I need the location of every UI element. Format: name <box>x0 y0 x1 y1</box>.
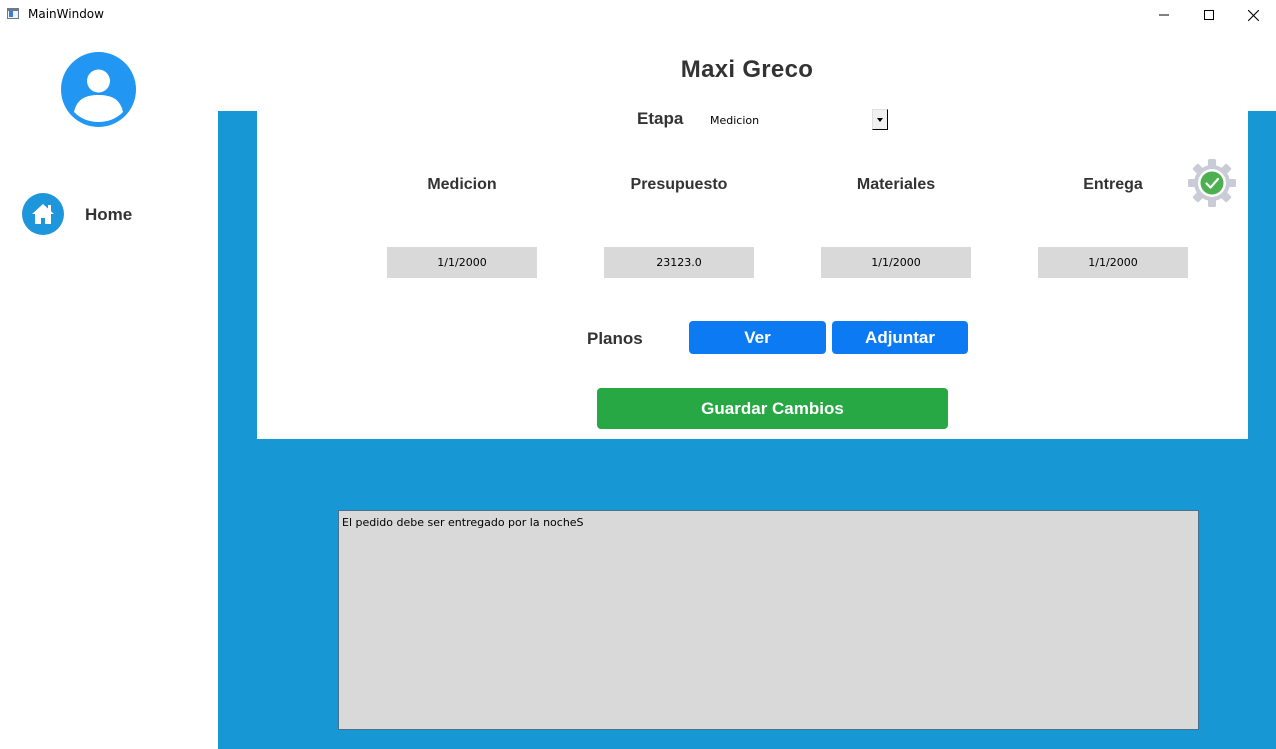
app-icon <box>7 8 19 19</box>
etapa-select[interactable]: Medicion <box>705 109 888 130</box>
etapa-label: Etapa <box>637 109 684 128</box>
close-button[interactable] <box>1230 0 1276 30</box>
stage-header-materiales: Materiales <box>856 176 936 193</box>
stage-header-presupuesto: Presupuesto <box>630 176 728 193</box>
sidebar-item-home[interactable]: Home <box>22 193 202 235</box>
window-title: MainWindow <box>28 7 104 21</box>
entrega-field[interactable]: 1/1/2000 <box>1038 247 1188 278</box>
page-title: Maxi Greco <box>680 56 814 83</box>
medicion-field[interactable]: 1/1/2000 <box>387 247 537 278</box>
ver-button[interactable]: Ver <box>689 321 826 354</box>
stage-header-entrega: Entrega <box>1083 176 1143 193</box>
minimize-icon <box>1159 14 1169 16</box>
home-icon <box>22 193 64 235</box>
stage-header-medicion: Medicion <box>427 176 497 193</box>
minimize-button[interactable] <box>1141 0 1187 30</box>
close-icon <box>1247 9 1259 21</box>
user-avatar-icon <box>74 69 123 122</box>
materiales-field[interactable]: 1/1/2000 <box>821 247 971 278</box>
adjuntar-button[interactable]: Adjuntar <box>832 321 968 354</box>
planos-label: Planos <box>587 329 643 348</box>
notes-textarea[interactable]: El pedido debe ser entregado por la noch… <box>338 510 1199 730</box>
sidebar-item-label: Home <box>85 205 133 224</box>
maximize-button[interactable] <box>1186 0 1232 30</box>
chevron-down-icon[interactable] <box>872 109 888 130</box>
title-bar: MainWindow <box>0 0 1276 30</box>
avatar <box>61 52 136 127</box>
presupuesto-field[interactable]: 23123.0 <box>604 247 754 278</box>
etapa-selected-value: Medicion <box>710 114 760 127</box>
maximize-icon <box>1204 10 1214 20</box>
gear-check-icon[interactable] <box>1187 158 1237 208</box>
save-button[interactable]: Guardar Cambios <box>597 388 948 429</box>
